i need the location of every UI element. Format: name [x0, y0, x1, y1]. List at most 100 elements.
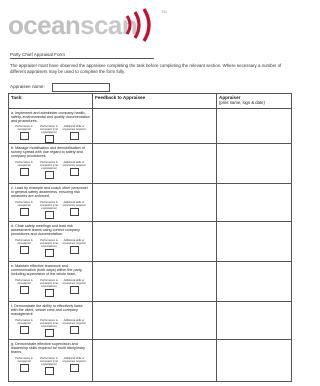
rating-checkbox[interactable]	[44, 288, 54, 297]
task-description: f. Demonstrate the ability to effectivel…	[11, 304, 83, 317]
appraiser-cell[interactable]	[216, 183, 292, 223]
rating-checkbox[interactable]	[19, 245, 29, 254]
rating-option: Additional skills or experience required	[62, 279, 86, 297]
rating-option: Performance is exceptional	[12, 319, 36, 337]
appraiser-cell[interactable]	[216, 143, 292, 185]
task-description: b. Manage mobilisation and demobilisatio…	[11, 146, 85, 159]
task-cell: f. Demonstrate the ability to effectivel…	[8, 301, 93, 341]
rating-option-label: Performance is competent (met expectatio…	[39, 125, 59, 135]
rating-option: Performance is exceptional	[12, 201, 36, 219]
rating-checkbox[interactable]	[44, 170, 54, 179]
trademark-mark: TM	[161, 9, 167, 14]
rating-checkbox[interactable]	[44, 248, 54, 257]
header-task: Task:	[8, 93, 93, 109]
rating-option-label: Performance is exceptional	[15, 356, 33, 363]
task-cell: g. Demonstrate effective supervision and…	[8, 339, 93, 383]
rating-options: Performance is exceptional Performance is…	[9, 277, 92, 297]
rating-option: Additional skills or experience required	[62, 239, 86, 257]
table-header-row: Task: Feedback to Appraisee Appraiser (pr…	[8, 93, 292, 109]
rating-option: Additional skills or experience required	[62, 357, 86, 375]
rating-checkbox[interactable]	[69, 132, 79, 141]
rating-option: Performance is competent (met expectatio…	[37, 239, 61, 257]
rating-checkbox[interactable]	[19, 167, 29, 176]
rating-option-label: Additional skills or experience required	[62, 278, 86, 285]
rating-option: Performance is competent (met expectatio…	[37, 319, 61, 337]
appraisee-name-field[interactable]	[52, 83, 110, 92]
task-row: d. Chair safety meetings and lead risk a…	[8, 221, 292, 263]
rating-option: Additional skills or experience required	[62, 201, 86, 219]
appraisal-table: Task: Feedback to Appraisee Appraiser (pr…	[8, 93, 292, 383]
rating-option-label: Performance is exceptional	[15, 125, 33, 132]
rating-option-label: Performance is competent (met expectatio…	[39, 318, 59, 328]
rating-checkbox[interactable]	[44, 366, 54, 375]
rating-checkbox[interactable]	[69, 245, 79, 254]
task-description: a. Implement and administer company heal…	[11, 111, 90, 124]
rating-checkbox[interactable]	[69, 325, 79, 334]
rating-option: Additional skills or experience required	[62, 161, 86, 179]
feedback-cell[interactable]	[92, 183, 217, 223]
feedback-cell[interactable]	[92, 221, 217, 263]
appraiser-cell[interactable]	[216, 107, 292, 145]
feedback-cell[interactable]	[92, 301, 217, 341]
rating-option: Performance is competent (met expectatio…	[37, 125, 61, 144]
header-appraiser-sub: (print name, sign & date)	[219, 99, 265, 105]
header-feedback: Feedback to Appraisee	[92, 93, 217, 109]
rating-options: Performance is exceptional Performance is…	[9, 159, 92, 179]
rating-checkbox[interactable]	[69, 285, 79, 294]
task-row: b. Manage mobilisation and demobilisatio…	[8, 143, 292, 185]
appraiser-cell[interactable]	[216, 221, 292, 263]
feedback-cell[interactable]	[92, 261, 217, 303]
rating-checkbox[interactable]	[19, 132, 29, 141]
rating-option-label: Additional skills or experience required	[62, 125, 86, 132]
rating-option-label: Additional skills or experience required	[62, 200, 86, 207]
rating-checkbox[interactable]	[44, 210, 54, 219]
rating-checkbox[interactable]	[19, 325, 29, 334]
instructions-text: The appraiser must have observed the app…	[10, 63, 282, 74]
rating-checkbox[interactable]	[19, 363, 29, 372]
feedback-cell[interactable]	[92, 339, 217, 383]
rating-option-label: Performance is exceptional	[15, 200, 33, 207]
rating-option: Performance is exceptional	[12, 279, 36, 297]
logo-wordmark: oceanscan	[8, 10, 138, 41]
task-description: d. Chair safety meetings and lead risk a…	[11, 224, 80, 237]
rating-checkbox[interactable]	[19, 285, 29, 294]
rating-checkbox[interactable]	[69, 207, 79, 216]
rating-option-label: Additional skills or experience required	[62, 238, 86, 245]
appraisee-name-label: Appraisee name:	[10, 84, 45, 89]
rating-option-label: Additional skills or experience required	[62, 356, 86, 363]
rating-options: Performance is exceptional Performance is…	[9, 317, 92, 337]
rating-option-label: Additional skills or experience required	[62, 318, 86, 325]
task-row: e. Maintain effective teamwork and commu…	[8, 261, 292, 303]
rating-option: Performance is exceptional	[12, 357, 36, 375]
appraiser-cell[interactable]	[216, 301, 292, 341]
rating-option-label: Performance is exceptional	[15, 318, 33, 325]
task-cell: c. Lead by example and coach other perso…	[8, 183, 93, 223]
task-row: f. Demonstrate the ability to effectivel…	[8, 301, 292, 341]
rating-options: Performance is exceptional Performance is…	[9, 199, 92, 219]
rating-checkbox[interactable]	[44, 135, 54, 144]
task-row: a. Implement and administer company heal…	[8, 107, 292, 145]
rating-option-label: Additional skills or experience required	[62, 160, 86, 167]
rating-option-label: Performance is exceptional	[15, 278, 33, 285]
logo-arcs-icon	[125, 8, 151, 42]
rating-option-label: Performance is exceptional	[15, 238, 33, 245]
task-cell: a. Implement and administer company heal…	[8, 107, 93, 145]
form-title: Party Chief Appraisal Form	[10, 52, 65, 57]
rating-checkbox[interactable]	[19, 207, 29, 216]
rating-checkbox[interactable]	[44, 328, 54, 337]
task-description: g. Demonstrate effective supervision and…	[11, 342, 85, 355]
rating-option: Performance is competent (met expectatio…	[37, 357, 61, 375]
rating-option: Additional skills or experience required	[62, 319, 86, 337]
rating-checkbox[interactable]	[69, 167, 79, 176]
title-underline	[10, 58, 154, 59]
rating-options: Performance is exceptional Performance is…	[9, 123, 92, 144]
rating-option: Performance is exceptional	[12, 239, 36, 257]
rating-checkbox[interactable]	[69, 363, 79, 372]
task-cell: d. Chair safety meetings and lead risk a…	[8, 221, 93, 263]
feedback-cell[interactable]	[92, 143, 217, 185]
feedback-cell[interactable]	[92, 107, 217, 145]
task-row: g. Demonstrate effective supervision and…	[8, 339, 292, 383]
appraiser-cell[interactable]	[216, 261, 292, 303]
appraiser-cell[interactable]	[216, 339, 292, 383]
oceanscan-logo: oceanscan TM	[8, 8, 167, 46]
